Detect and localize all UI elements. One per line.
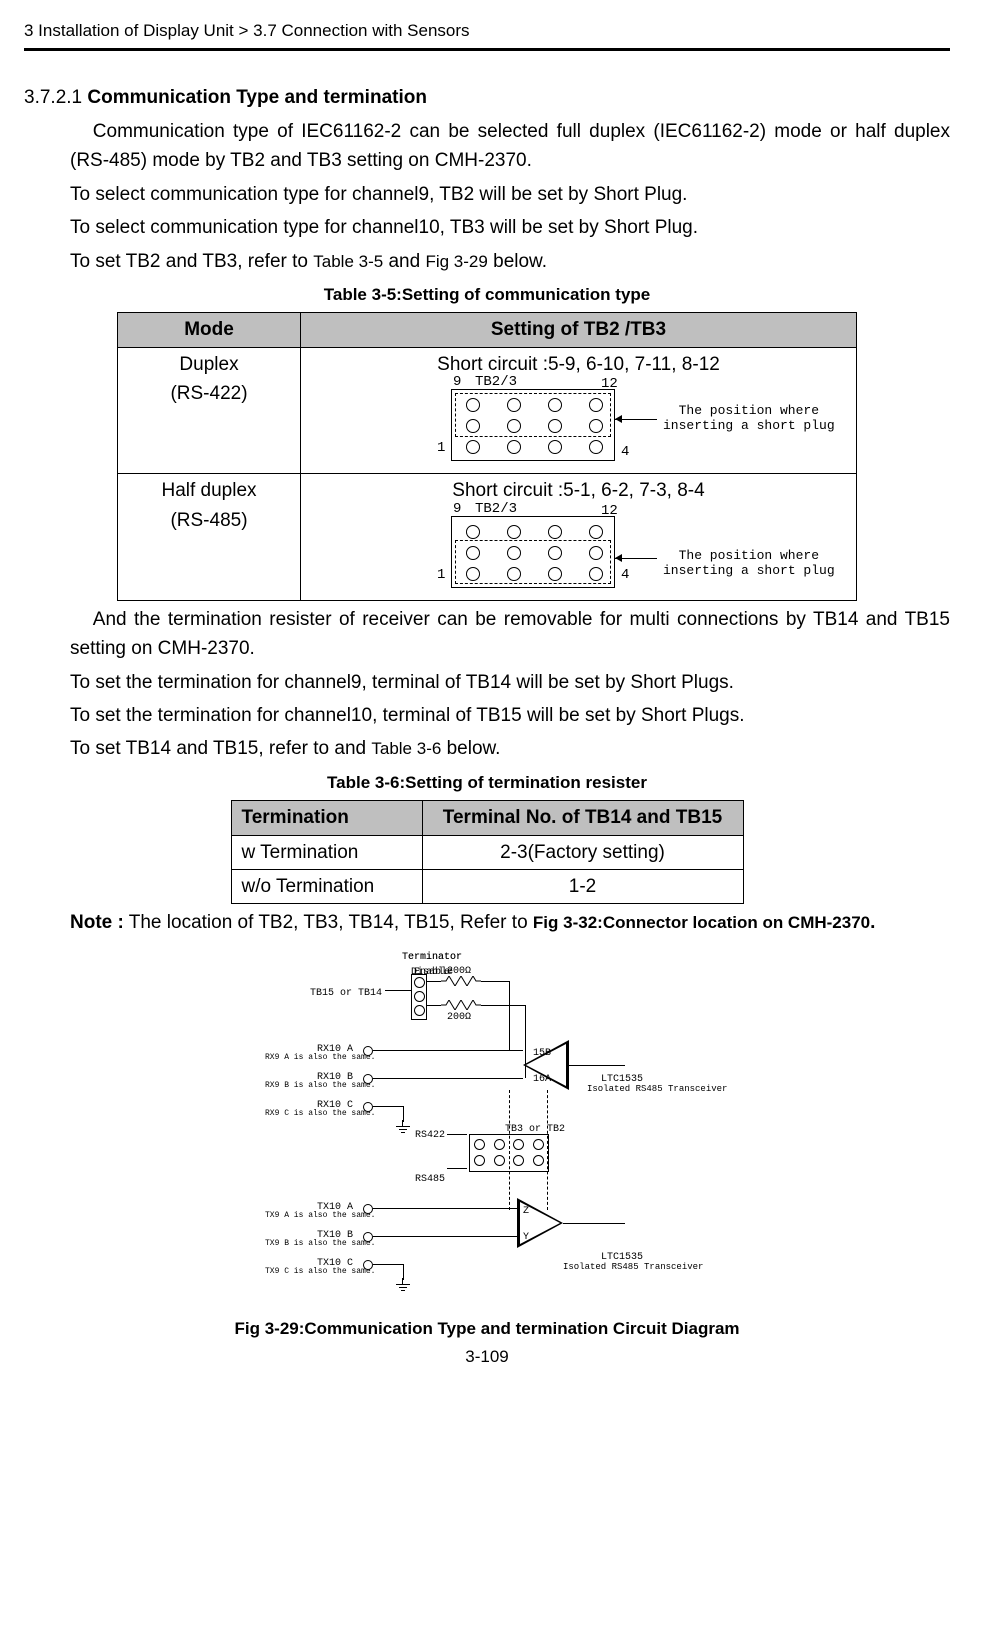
rs422-label: RS422 (415, 1128, 445, 1144)
text: below. (441, 738, 500, 759)
resistor-icon (441, 1000, 481, 1010)
th-setting: Setting of TB2 /TB3 (301, 313, 857, 347)
setting-cell: Short circuit :5-9, 6-10, 7-11, 8-12 9 T… (301, 347, 857, 473)
pin-label-1: 1 (437, 441, 445, 455)
page-header: 3 Installation of Display Unit > 3.7 Con… (24, 18, 950, 44)
note-text: The position where inserting a short plu… (663, 548, 835, 578)
note-text: The position where inserting a short plu… (663, 403, 835, 433)
mode-line-2: (RS-485) (170, 510, 247, 531)
pin-label-1: 1 (437, 568, 445, 582)
tx9a-label: TX9 A is also the same. (265, 1210, 375, 1222)
pin-label-9: 9 (453, 502, 461, 516)
pin-16a: 16A (533, 1072, 551, 1088)
td-termination: w Termination (231, 835, 422, 869)
note: Note : The location of TB2, TB3, TB14, T… (70, 908, 950, 937)
tx9c-label: TX9 C is also the same. (265, 1266, 375, 1278)
paragraph: To set TB14 and TB15, refer to and Table… (70, 734, 950, 763)
paragraph: To select communication type for channel… (70, 180, 950, 209)
table-ref: Table 3-5 (313, 252, 383, 271)
table-3-6: Termination Terminal No. of TB14 and TB1… (231, 800, 744, 904)
rx9c-label: RX9 C is also the same. (265, 1108, 375, 1120)
section-heading: Communication Type and termination (87, 87, 427, 108)
rx9b-label: RX9 B is also the same. (265, 1080, 375, 1092)
jumper-label: TB2/3 (475, 375, 517, 389)
pin-label-4: 4 (621, 568, 629, 582)
text: below. (488, 251, 547, 272)
text: To set TB14 and TB15, refer to and (70, 738, 371, 759)
short-circuit-text: Short circuit :5-9, 6-10, 7-11, 8-12 (437, 354, 720, 375)
jumper-diagram: 9 TB2/3 12 1 4 The position where insert… (307, 383, 850, 471)
terminal-icon (363, 1204, 373, 1214)
pin-label-9: 9 (453, 375, 461, 389)
pin-y: Y (523, 1230, 529, 1246)
td-terminal-no: 1-2 (422, 870, 743, 904)
isolated-label: Isolated RS485 Transceiver (563, 1261, 703, 1275)
circuit-diagram: Terminator Disable TB15 or TB14 Terminat… (207, 950, 767, 1302)
paragraph: To set the termination for channel10, te… (70, 701, 950, 730)
mode-line-1: Half duplex (161, 480, 256, 501)
tb14-label: TB15 or TB14 (302, 986, 382, 1002)
terminal-icon (363, 1260, 373, 1270)
text: To set TB2 and TB3, refer to (70, 251, 313, 272)
ground-icon (396, 1278, 410, 1292)
terminal-icon (363, 1074, 373, 1084)
body-block-1: Communication type of IEC61162-2 can be … (70, 117, 950, 276)
paragraph: To set the termination for channel9, ter… (70, 668, 950, 697)
page-number: 3-109 (24, 1344, 950, 1370)
terminal-icon (363, 1102, 373, 1112)
mode-line-1: Duplex (179, 354, 238, 375)
th-termination: Termination (231, 801, 422, 835)
dash-outline (455, 540, 611, 584)
mode-cell: Half duplex (RS-485) (118, 474, 301, 600)
resistor-value: 200Ω (447, 964, 471, 980)
text: . (870, 912, 875, 933)
pin-z: Z (523, 1204, 529, 1220)
arrow-head-icon (615, 554, 622, 562)
table-caption: Table 3-6:Setting of termination resiste… (24, 770, 950, 796)
text: and (383, 251, 425, 272)
td-termination: w/o Termination (231, 870, 422, 904)
resistor-value: 200Ω (447, 1010, 471, 1026)
dash-outline (455, 393, 611, 437)
terminal-icon (363, 1046, 373, 1056)
setting-cell: Short circuit :5-1, 6-2, 7-3, 8-4 9 TB2/… (301, 474, 857, 600)
pin-15b: 15B (533, 1046, 551, 1062)
rs485-label: RS485 (415, 1172, 445, 1188)
tx9b-label: TX9 B is also the same. (265, 1238, 375, 1250)
jumper-tb3 (469, 1134, 549, 1172)
ground-icon (396, 1120, 410, 1134)
note-label: Note : (70, 912, 124, 933)
section-number: 3.7.2.1 (24, 87, 87, 108)
mode-line-2: (RS-422) (170, 383, 247, 404)
table-3-5: Mode Setting of TB2 /TB3 Duplex (RS-422)… (117, 312, 857, 600)
table-caption: Table 3-5:Setting of communication type (24, 282, 950, 308)
short-circuit-text: Short circuit :5-1, 6-2, 7-3, 8-4 (452, 480, 704, 501)
th-mode: Mode (118, 313, 301, 347)
pin-label-4: 4 (621, 445, 629, 459)
rx9a-label: RX9 A is also the same. (265, 1052, 375, 1064)
table-ref: Table 3-6 (371, 739, 441, 758)
paragraph: And the termination resister of receiver… (70, 605, 950, 664)
paragraph: To select communication type for channel… (70, 213, 950, 242)
td-terminal-no: 2-3(Factory setting) (422, 835, 743, 869)
section-title: 3.7.2.1 Communication Type and terminati… (24, 83, 950, 112)
isolated-label: Isolated RS485 Transceiver (587, 1083, 727, 1097)
header-divider (24, 48, 950, 51)
arrow-head-icon (615, 415, 622, 423)
terminal-icon (363, 1232, 373, 1242)
jumper-diagram: 9 TB2/3 12 1 4 The position where insert… (307, 510, 850, 598)
paragraph: To set TB2 and TB3, refer to Table 3-5 a… (70, 247, 950, 276)
figure-ref: Fig 3-29 (425, 252, 487, 271)
mode-cell: Duplex (RS-422) (118, 347, 301, 473)
figure-ref: Fig 3-32:Connector location on CMH-2370 (533, 913, 870, 932)
figure-caption: Fig 3-29:Communication Type and terminat… (24, 1316, 950, 1342)
jumper-label: TB2/3 (475, 502, 517, 516)
th-terminal-no: Terminal No. of TB14 and TB15 (422, 801, 743, 835)
body-block-2: And the termination resister of receiver… (70, 605, 950, 764)
pin-row (452, 440, 616, 454)
pin-row (452, 525, 616, 539)
paragraph: Communication type of IEC61162-2 can be … (70, 117, 950, 176)
note-text: The location of TB2, TB3, TB14, TB15, Re… (124, 912, 533, 933)
